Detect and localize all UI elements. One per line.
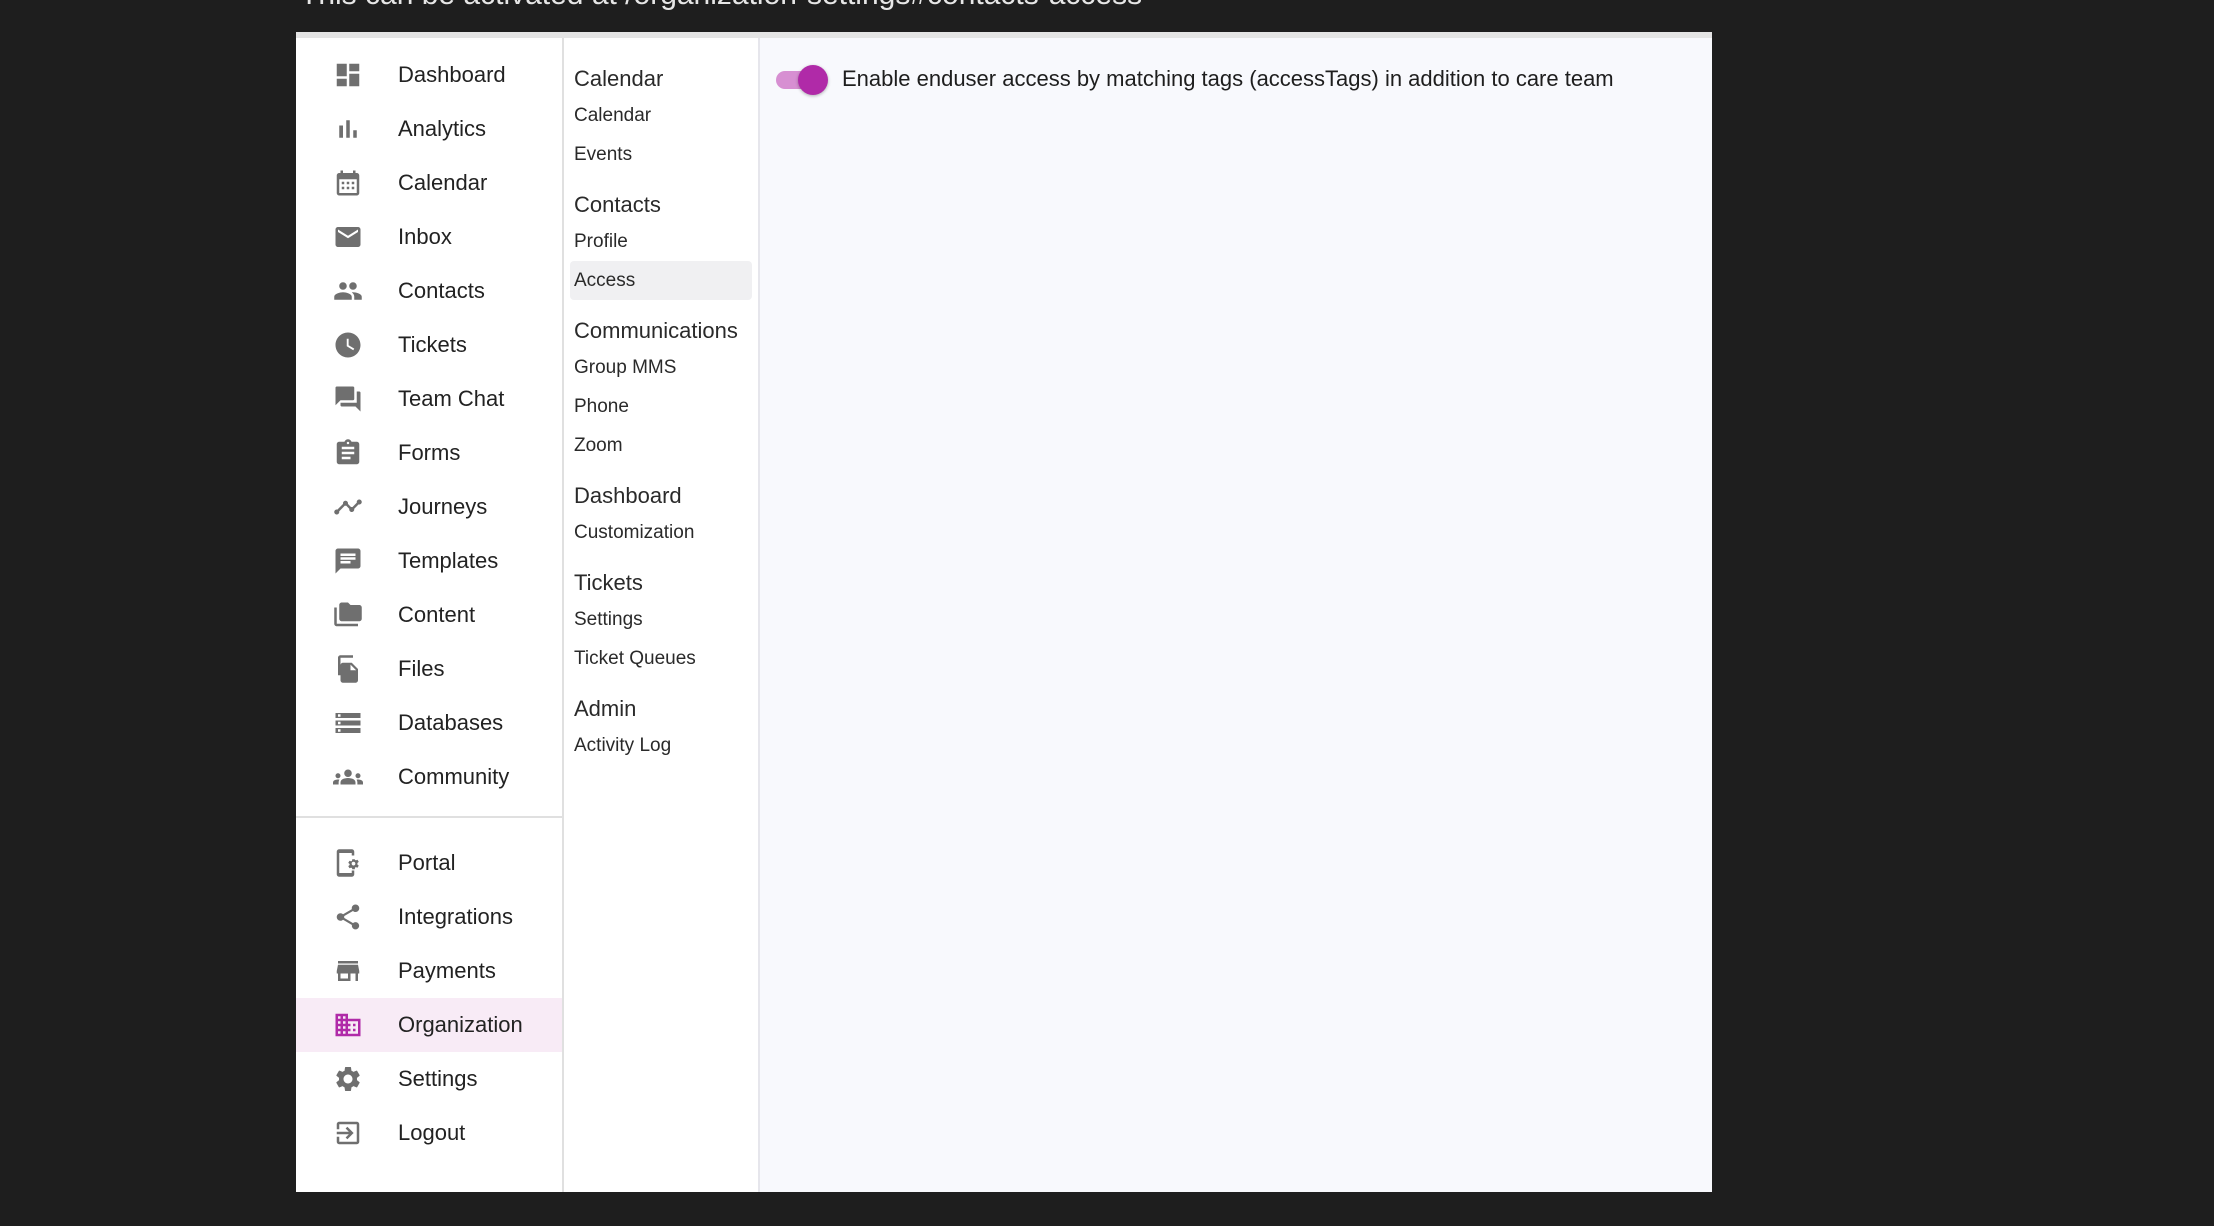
sub-nav-item-contacts-access[interactable]: Access [570,261,752,300]
trend-icon [332,491,364,523]
nav-item-team-chat[interactable]: Team Chat [296,372,562,426]
sub-nav-item-dashboard-customization[interactable]: Customization [570,513,752,552]
app-window: Dashboard Analytics Calendar Inbox Contacts T… [296,32,1712,1192]
nav-item-label: Calendar [398,170,488,195]
settings-sub-nav: Calendar Calendar Events Contacts Profile Acc… [564,38,760,1192]
nav-item-label: Inbox [398,224,452,249]
nav-item-label: Tickets [398,332,467,357]
nav-item-label: Templates [398,548,499,573]
share-icon [332,901,364,933]
nav-item-label: Team Chat [398,386,505,411]
people-icon [332,275,364,307]
nav-item-dashboard[interactable]: Dashboard [296,48,562,102]
sub-nav-item-admin-activity-log[interactable]: Activity Log [570,726,752,765]
access-tags-toggle-label: Enable enduser access by matching tags (… [842,66,1614,91]
nav-item-settings[interactable]: Settings [296,1052,562,1106]
nav-item-label: Settings [398,1066,478,1091]
sub-nav-item-contacts-profile[interactable]: Profile [570,222,752,261]
sub-nav-item-tickets-settings[interactable]: Settings [570,600,752,639]
chat-icon [332,383,364,415]
sub-group-title-communications: Communications [574,318,738,343]
nav-item-analytics[interactable]: Analytics [296,102,562,156]
nav-item-files[interactable]: Files [296,642,562,696]
mail-icon [332,221,364,253]
sub-nav-item-tickets-ticket-queues[interactable]: Ticket Queues [570,639,752,678]
sub-group-title-dashboard: Dashboard [574,483,682,508]
sub-group-title-tickets: Tickets [574,570,643,595]
clock-icon [332,329,364,361]
storage-icon [332,707,364,739]
store-icon [332,955,364,987]
nav-item-label: Files [398,656,445,681]
calendar-icon [332,167,364,199]
sub-nav-item-calendar-events[interactable]: Events [570,135,752,174]
nav-item-label: Integrations [398,904,513,929]
building-icon [332,1009,364,1041]
nav-item-templates[interactable]: Templates [296,534,562,588]
message-icon [332,545,364,577]
nav-item-integrations[interactable]: Integrations [296,890,562,944]
sub-group-title-calendar: Calendar [574,66,664,91]
nav-item-organization[interactable]: Organization [296,998,562,1052]
nav-item-label: Logout [398,1120,466,1145]
nav-item-community[interactable]: Community [296,750,562,804]
nav-item-databases[interactable]: Databases [296,696,562,750]
nav-item-logout[interactable]: Logout [296,1106,562,1160]
nav-item-label: Organization [398,1012,523,1037]
nav-item-inbox[interactable]: Inbox [296,210,562,264]
nav-item-label: Content [398,602,476,627]
nav-item-label: Journeys [398,494,488,519]
gear-icon [332,1063,364,1095]
nav-item-label: Forms [398,440,461,465]
settings-content: Enable enduser access by matching tags (… [760,38,1712,1192]
nav-item-label: Community [398,764,510,789]
nav-item-portal[interactable]: Portal [296,836,562,890]
page-caption: This can be activated at /organization-s… [300,0,1142,10]
clipboard-icon [332,437,364,469]
access-tags-setting: Enable enduser access by matching tags (… [774,58,1698,100]
nav-item-label: Portal [398,850,456,875]
bar-chart-icon [332,113,364,145]
phone-settings-icon [332,847,364,879]
nav-item-payments[interactable]: Payments [296,944,562,998]
nav-item-tickets[interactable]: Tickets [296,318,562,372]
folders-icon [332,599,364,631]
sub-nav-item-calendar-calendar[interactable]: Calendar [570,96,752,135]
sub-group-title-admin: Admin [574,696,637,721]
nav-item-label: Contacts [398,278,485,303]
nav-item-content[interactable]: Content [296,588,562,642]
files-icon [332,653,364,685]
main-sidebar: Dashboard Analytics Calendar Inbox Contacts T… [296,38,564,1192]
sub-nav-item-communications-phone[interactable]: Phone [570,387,752,426]
nav-item-label: Analytics [398,116,487,141]
nav-item-journeys[interactable]: Journeys [296,480,562,534]
dashboard-icon [332,59,364,91]
nav-item-label: Payments [398,958,496,983]
nav-divider [296,816,562,818]
nav-item-label: Databases [398,710,504,735]
nav-item-forms[interactable]: Forms [296,426,562,480]
access-tags-toggle[interactable] [774,64,828,95]
nav-item-contacts[interactable]: Contacts [296,264,562,318]
nav-item-label: Dashboard [398,62,506,87]
sub-nav-item-communications-zoom[interactable]: Zoom [570,426,752,465]
sub-nav-item-communications-group-mms[interactable]: Group MMS [570,348,752,387]
groups-icon [332,761,364,793]
toggle-thumb [798,65,828,95]
logout-icon [332,1117,364,1149]
nav-item-calendar[interactable]: Calendar [296,156,562,210]
sub-group-title-contacts: Contacts [574,192,661,217]
